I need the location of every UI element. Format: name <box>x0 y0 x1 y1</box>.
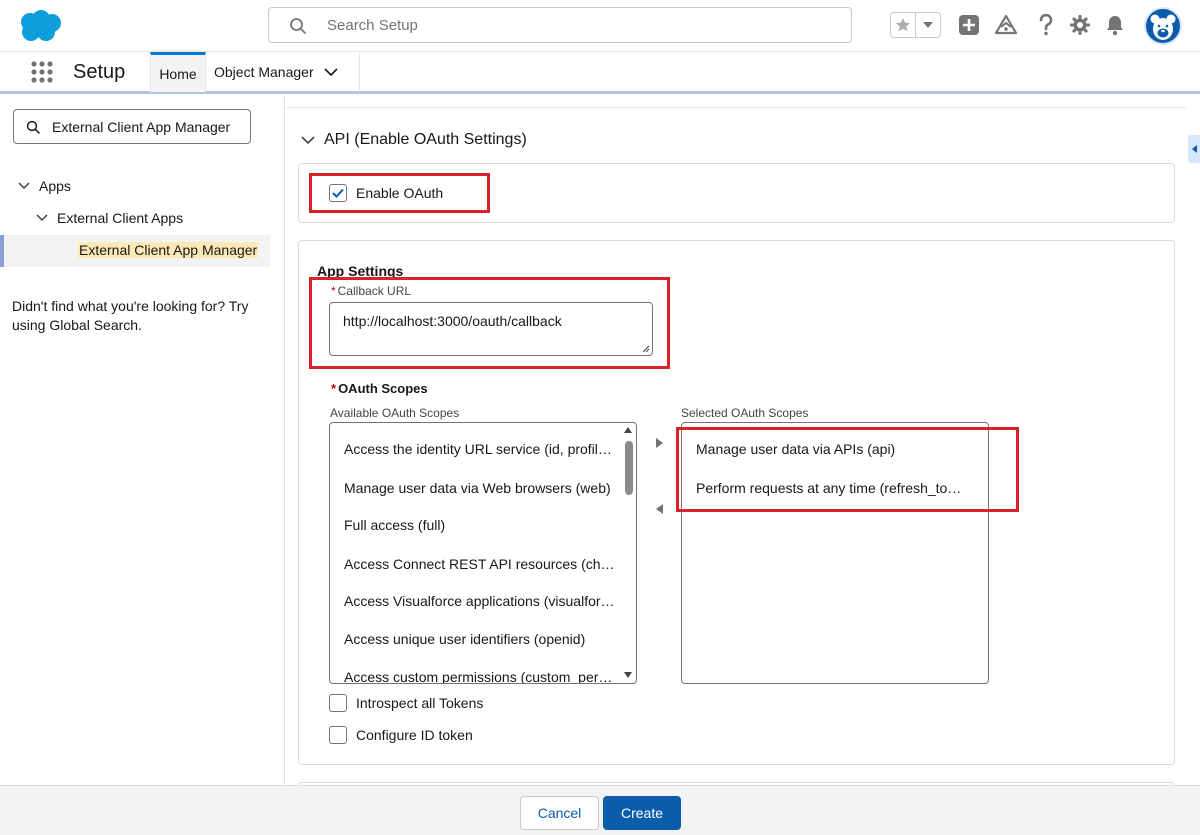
context-bar: Setup Home Object Manager <box>0 52 1200 94</box>
global-header <box>0 0 1200 52</box>
available-scopes-label: Available OAuth Scopes <box>330 406 460 420</box>
scroll-down-icon[interactable] <box>623 671 633 679</box>
cancel-button[interactable]: Cancel <box>520 796 599 830</box>
app-launcher-icon[interactable] <box>30 60 54 84</box>
introspect-tokens-row[interactable]: Introspect all Tokens <box>329 694 483 712</box>
search-icon <box>26 120 40 134</box>
global-search[interactable] <box>268 7 852 43</box>
avatar[interactable] <box>1144 7 1182 45</box>
trailhead-icon[interactable] <box>993 12 1019 38</box>
divider <box>286 107 1186 108</box>
callback-url-label: * Callback URL <box>331 284 411 298</box>
chevron-down-icon[interactable] <box>324 67 338 77</box>
configure-id-token-checkbox[interactable] <box>329 726 347 744</box>
collapse-panel-handle[interactable] <box>1188 135 1200 163</box>
scrollbar-thumb[interactable] <box>625 441 633 495</box>
scrollbar[interactable] <box>620 423 636 683</box>
search-input[interactable] <box>325 12 825 38</box>
quick-find[interactable] <box>13 109 251 144</box>
salesforce-logo[interactable] <box>16 9 64 43</box>
tree-item-label: External Client App Manager <box>78 242 259 258</box>
tree-item-apps[interactable]: Apps <box>17 171 71 201</box>
oauth-section-header[interactable]: API (Enable OAuth Settings) <box>300 131 527 149</box>
required-marker: * <box>331 381 337 396</box>
introspect-tokens-label: Introspect all Tokens <box>356 695 484 711</box>
tab-object-manager[interactable]: Object Manager <box>206 52 360 92</box>
callback-url-textarea[interactable]: http://localhost:3000/oauth/callback <box>329 302 653 356</box>
notifications-bell-icon[interactable] <box>1102 12 1128 38</box>
enable-oauth-card: Enable OAuth <box>298 163 1175 223</box>
setup-sidebar: Apps External Client Apps External Clien… <box>0 95 285 785</box>
arrow-right-icon <box>655 438 663 448</box>
tree-item-external-client-app-manager[interactable]: External Client App Manager <box>0 235 270 267</box>
no-find-hint: Didn't find what you're looking for? Try… <box>12 298 249 333</box>
favorites-dropdown-icon[interactable] <box>916 13 940 37</box>
app-settings-card: App Settings * Callback URL http://localh… <box>298 240 1175 765</box>
gear-icon[interactable] <box>1067 12 1093 38</box>
available-scope-option[interactable]: Manage user data via Web browsers (web) <box>344 480 616 496</box>
enable-oauth-checkbox[interactable] <box>329 184 347 202</box>
required-marker: * <box>331 284 336 298</box>
favorites-star-icon[interactable] <box>891 13 917 37</box>
enable-oauth-label: Enable OAuth <box>356 185 444 201</box>
oauth-scopes-label-text: OAuth Scopes <box>338 381 428 396</box>
available-scope-option[interactable]: Access unique user identifiers (openid) <box>344 631 616 647</box>
available-scope-option[interactable]: Full access (full) <box>344 517 616 533</box>
available-scope-option[interactable]: Access custom permissions (custom_permis… <box>344 669 616 683</box>
callback-url-value: http://localhost:3000/oauth/callback <box>343 313 562 329</box>
scroll-up-icon[interactable] <box>623 426 633 434</box>
move-right-button[interactable] <box>652 436 666 450</box>
configure-id-token-label: Configure ID token <box>356 727 473 743</box>
tab-home-label: Home <box>159 65 197 82</box>
tree-item-label: External Client Apps <box>57 210 184 226</box>
callback-url-label-text: Callback URL <box>337 284 412 298</box>
footer-bar: Cancel Create <box>0 785 1200 835</box>
main-content: API (Enable OAuth Settings) Enable OAuth… <box>286 95 1200 802</box>
available-scope-option[interactable]: Access the identity URL service (id, pro… <box>344 441 616 457</box>
tree-item-external-client-apps[interactable]: External Client Apps <box>35 203 183 233</box>
tab-object-manager-label: Object Manager <box>214 64 314 80</box>
search-icon <box>290 18 306 34</box>
move-left-button[interactable] <box>652 502 666 516</box>
resize-handle-icon[interactable] <box>642 345 650 353</box>
available-scope-option[interactable]: Access Connect REST API resources (chatt… <box>344 556 616 572</box>
available-scopes-listbox[interactable]: Access the identity URL service (id, pro… <box>329 422 637 684</box>
app-settings-title: App Settings <box>317 263 404 279</box>
favorites-group <box>890 12 941 38</box>
create-button[interactable]: Create <box>603 796 681 830</box>
tab-home[interactable]: Home <box>150 52 206 92</box>
tree-item-label: Apps <box>39 178 71 194</box>
section-title: API (Enable OAuth Settings) <box>324 131 527 148</box>
selected-scope-option[interactable]: Manage user data via APIs (api) <box>696 441 968 457</box>
configure-id-token-row[interactable]: Configure ID token <box>329 726 473 744</box>
help-icon[interactable] <box>1033 12 1059 38</box>
arrow-left-icon <box>655 504 663 514</box>
app-name: Setup <box>73 61 126 83</box>
available-scope-option[interactable]: Access Visualforce applications (visualf… <box>344 593 616 609</box>
selected-scopes-label: Selected OAuth Scopes <box>681 406 809 420</box>
selected-scope-option[interactable]: Perform requests at any time (refresh_to… <box>696 480 968 496</box>
add-icon[interactable] <box>956 12 982 38</box>
selected-scopes-listbox[interactable]: Manage user data via APIs (api) Perform … <box>681 422 989 684</box>
chevron-down-icon[interactable] <box>300 132 316 148</box>
chevron-down-icon[interactable] <box>35 211 49 225</box>
introspect-tokens-checkbox[interactable] <box>329 694 347 712</box>
chevron-down-icon[interactable] <box>17 179 31 193</box>
enable-oauth-checkbox-row[interactable]: Enable OAuth <box>329 184 443 202</box>
oauth-scopes-label: * OAuth Scopes <box>331 381 428 396</box>
quick-find-input[interactable] <box>50 115 232 139</box>
